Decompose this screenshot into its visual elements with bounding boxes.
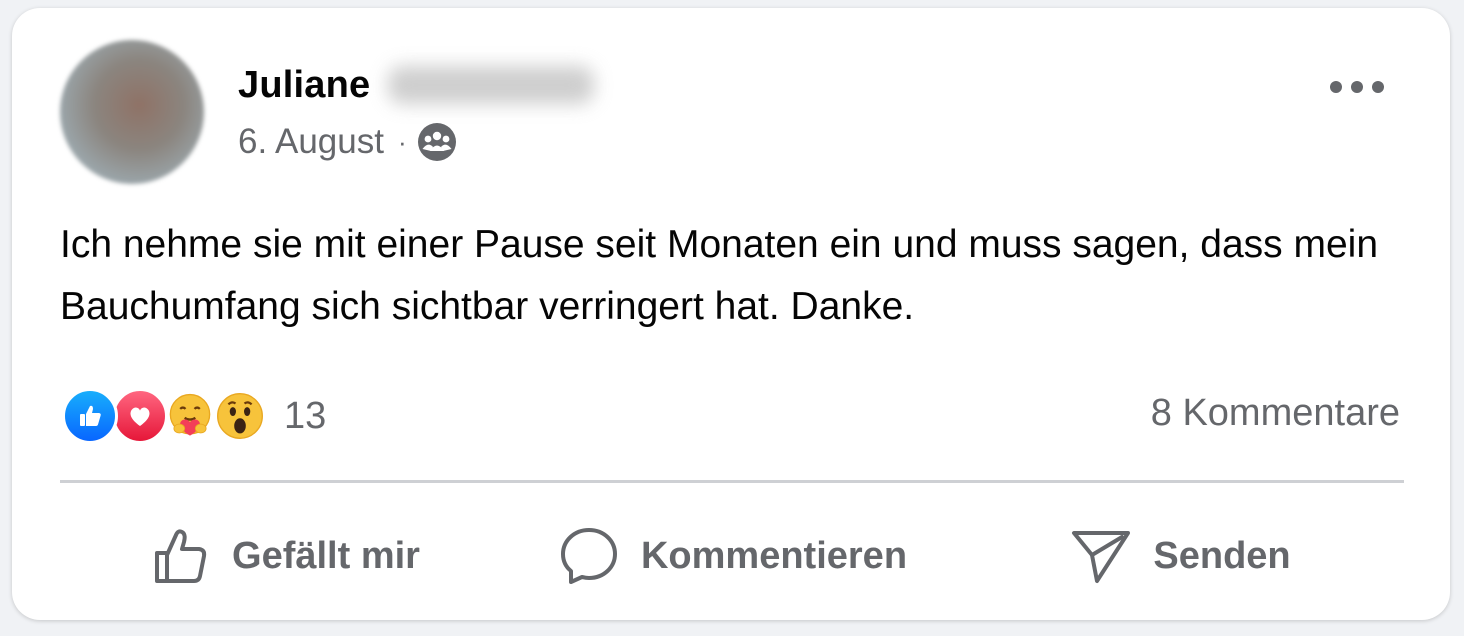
like-button[interactable]: Gefällt mir bbox=[60, 516, 508, 596]
post-date[interactable]: 6. August bbox=[238, 122, 384, 162]
reactions-summary[interactable]: 13 bbox=[62, 386, 326, 446]
comment-button[interactable]: Kommentieren bbox=[508, 516, 956, 596]
post-meta: 6. August · bbox=[238, 120, 457, 164]
send-button[interactable]: Senden bbox=[956, 516, 1404, 596]
group-audience-icon[interactable] bbox=[417, 122, 457, 162]
like-button-label: Gefällt mir bbox=[232, 534, 420, 577]
author-header: Juliane bbox=[238, 60, 595, 110]
post-body-text: Ich nehme sie mit einer Pause seit Monat… bbox=[60, 223, 1379, 328]
post-card: Juliane 6. August · Ich nehme sie mit ei… bbox=[12, 8, 1450, 620]
send-button-label: Senden bbox=[1153, 534, 1291, 577]
author-name[interactable]: Juliane bbox=[238, 64, 370, 107]
comment-button-label: Kommentieren bbox=[640, 534, 908, 577]
love-reaction-icon bbox=[112, 388, 168, 444]
author-lastname-redacted bbox=[388, 66, 595, 104]
care-reaction-icon bbox=[162, 388, 218, 444]
speech-bubble-icon bbox=[557, 524, 621, 588]
thumbs-up-icon bbox=[148, 524, 212, 588]
post-actions-bar: Gefällt mir Kommentieren Senden bbox=[60, 508, 1404, 604]
comments-count-link[interactable]: 8 Kommentare bbox=[1151, 392, 1400, 435]
send-arrow-icon bbox=[1069, 524, 1133, 588]
wow-reaction-icon bbox=[212, 388, 268, 444]
author-avatar[interactable] bbox=[60, 40, 204, 184]
reactions-count[interactable]: 13 bbox=[284, 395, 326, 438]
actions-divider bbox=[60, 480, 1404, 483]
more-options-icon[interactable] bbox=[1330, 72, 1384, 102]
like-reaction-icon bbox=[62, 388, 118, 444]
meta-separator: · bbox=[397, 126, 407, 157]
